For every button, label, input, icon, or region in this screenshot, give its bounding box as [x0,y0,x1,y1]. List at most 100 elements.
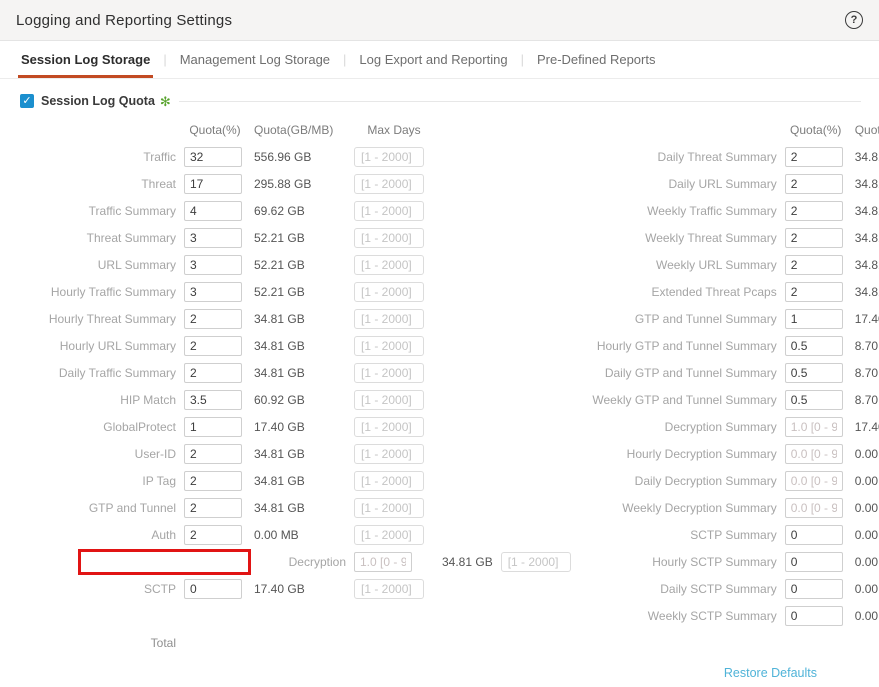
highlight-annotation-box [78,549,251,575]
quota-pct-input-hourly-threat-summary[interactable] [184,309,242,329]
row-label-decryption: Decryption [254,555,346,569]
quota-pct-input-daily-gtp-and-tunnel-summary[interactable] [785,363,843,383]
quota-pct-input-daily-decryption-summary[interactable] [785,471,843,491]
gear-icon: ✻ [160,95,171,108]
column-header-quota-pct: Quota(%) [184,123,246,137]
quota-size-value-decryption: 34.81 GB [442,555,493,569]
row-label-daily-traffic-summary: Daily Traffic Summary [26,366,176,380]
quota-size-value-daily-sctp-summary: 0.00 MB [855,582,879,596]
quota-size-value-extended-threat-pcaps: 34.81 GB [855,285,879,299]
quota-size-value-threat-summary: 52.21 GB [254,231,346,245]
quota-size-value-hip-match: 60.92 GB [254,393,346,407]
quota-pct-input-hourly-traffic-summary[interactable] [184,282,242,302]
quota-pct-input-hourly-url-summary[interactable] [184,336,242,356]
quota-size-value-hourly-threat-summary: 34.81 GB [254,312,346,326]
quota-pct-input-user-id[interactable] [184,444,242,464]
quota-pct-input-daily-url-summary[interactable] [785,174,843,194]
quota-size-value-threat: 295.88 GB [254,177,346,191]
max-days-input-hourly-url-summary[interactable] [354,336,424,356]
quota-pct-input-threat-summary[interactable] [184,228,242,248]
quota-pct-input-globalprotect[interactable] [184,417,242,437]
quota-size-value-daily-decryption-summary: 0.00 MB [855,474,879,488]
tab-pre-defined-reports[interactable]: Pre-Defined Reports [524,42,669,77]
max-days-input-threat[interactable] [354,174,424,194]
quota-pct-input-sctp-summary[interactable] [785,525,843,545]
quota-size-value-daily-traffic-summary: 34.81 GB [254,366,346,380]
quota-pct-input-auth[interactable] [184,525,242,545]
session-log-quota-checkbox[interactable]: ✓ [20,94,34,108]
max-days-input-threat-summary[interactable] [354,228,424,248]
quota-pct-input-weekly-gtp-and-tunnel-summary[interactable] [785,390,843,410]
max-days-input-globalprotect[interactable] [354,417,424,437]
max-days-input-decryption[interactable] [501,552,571,572]
row-label-daily-url-summary: Daily URL Summary [575,177,777,191]
quota-pct-input-daily-sctp-summary[interactable] [785,579,843,599]
column-header-quota-pct: Quota(%) [785,123,847,137]
max-days-input-gtp-and-tunnel[interactable] [354,498,424,518]
max-days-input-traffic[interactable] [354,147,424,167]
quota-pct-input-ip-tag[interactable] [184,471,242,491]
quota-pct-input-threat[interactable] [184,174,242,194]
row-label-traffic: Traffic [26,150,176,164]
max-days-input-traffic-summary[interactable] [354,201,424,221]
row-label-daily-decryption-summary: Daily Decryption Summary [575,474,777,488]
quota-pct-input-hourly-gtp-and-tunnel-summary[interactable] [785,336,843,356]
row-label-daily-gtp-and-tunnel-summary: Daily GTP and Tunnel Summary [575,366,777,380]
quota-size-value-auth: 0.00 MB [254,528,346,542]
row-label-weekly-sctp-summary: Weekly SCTP Summary [575,609,777,623]
max-days-input-url-summary[interactable] [354,255,424,275]
quota-pct-input-weekly-traffic-summary[interactable] [785,201,843,221]
row-label-threat-summary: Threat Summary [26,231,176,245]
row-label-gtp-and-tunnel: GTP and Tunnel [26,501,176,515]
quota-pct-input-daily-traffic-summary[interactable] [184,363,242,383]
quota-pct-input-extended-threat-pcaps[interactable] [785,282,843,302]
quota-pct-input-weekly-url-summary[interactable] [785,255,843,275]
max-days-input-ip-tag[interactable] [354,471,424,491]
quota-pct-input-gtp-and-tunnel-summary[interactable] [785,309,843,329]
quota-pct-input-sctp[interactable] [184,579,242,599]
tab-management-log-storage[interactable]: Management Log Storage [167,42,343,77]
quota-pct-input-url-summary[interactable] [184,255,242,275]
quota-pct-input-traffic[interactable] [184,147,242,167]
quota-pct-input-gtp-and-tunnel[interactable] [184,498,242,518]
quota-size-value-gtp-and-tunnel-summary: 17.40 GB [855,312,879,326]
restore-defaults-link[interactable]: Restore Defaults [724,666,817,680]
max-days-input-user-id[interactable] [354,444,424,464]
quota-size-value-traffic: 556.96 GB [254,150,346,164]
help-icon[interactable]: ? [845,11,863,29]
quota-size-value-weekly-gtp-and-tunnel-summary: 8.70 GB [855,393,879,407]
quota-size-value-daily-threat-summary: 34.81 GB [855,150,879,164]
max-days-input-auth[interactable] [354,525,424,545]
quota-size-value-hourly-traffic-summary: 52.21 GB [254,285,346,299]
row-label-sctp-summary: SCTP Summary [575,528,777,542]
quota-pct-input-decryption[interactable] [354,552,412,572]
quota-pct-input-hourly-decryption-summary[interactable] [785,444,843,464]
quota-grid-right: Quota(%) Quota(GB/MB) Max Days Daily Thr… [575,116,879,656]
row-label-sctp: SCTP [26,582,176,596]
max-days-input-sctp[interactable] [354,579,424,599]
row-label-hip-match: HIP Match [26,393,176,407]
quota-pct-input-hip-match[interactable] [184,390,242,410]
max-days-input-daily-traffic-summary[interactable] [354,363,424,383]
page-title: Logging and Reporting Settings [16,12,232,29]
quota-pct-input-weekly-sctp-summary[interactable] [785,606,843,626]
quota-pct-input-traffic-summary[interactable] [184,201,242,221]
row-label-weekly-traffic-summary: Weekly Traffic Summary [575,204,777,218]
row-label-auth: Auth [26,528,176,542]
quota-pct-input-decryption-summary[interactable] [785,417,843,437]
quota-pct-input-hourly-sctp-summary[interactable] [785,552,843,572]
max-days-input-hourly-traffic-summary[interactable] [354,282,424,302]
quota-size-value-hourly-url-summary: 34.81 GB [254,339,346,353]
quota-pct-input-daily-threat-summary[interactable] [785,147,843,167]
quota-size-value-hourly-gtp-and-tunnel-summary: 8.70 GB [855,339,879,353]
quota-pct-input-weekly-decryption-summary[interactable] [785,498,843,518]
max-days-input-hourly-threat-summary[interactable] [354,309,424,329]
quota-pct-input-weekly-threat-summary[interactable] [785,228,843,248]
quota-size-value-weekly-url-summary: 34.81 GB [855,258,879,272]
tab-log-export-and-reporting[interactable]: Log Export and Reporting [346,42,520,77]
quota-size-value-ip-tag: 34.81 GB [254,474,346,488]
tab-session-log-storage[interactable]: Session Log Storage [8,42,163,77]
max-days-input-hip-match[interactable] [354,390,424,410]
row-label-daily-sctp-summary: Daily SCTP Summary [575,582,777,596]
quota-size-value-hourly-decryption-summary: 0.00 MB [855,447,879,461]
